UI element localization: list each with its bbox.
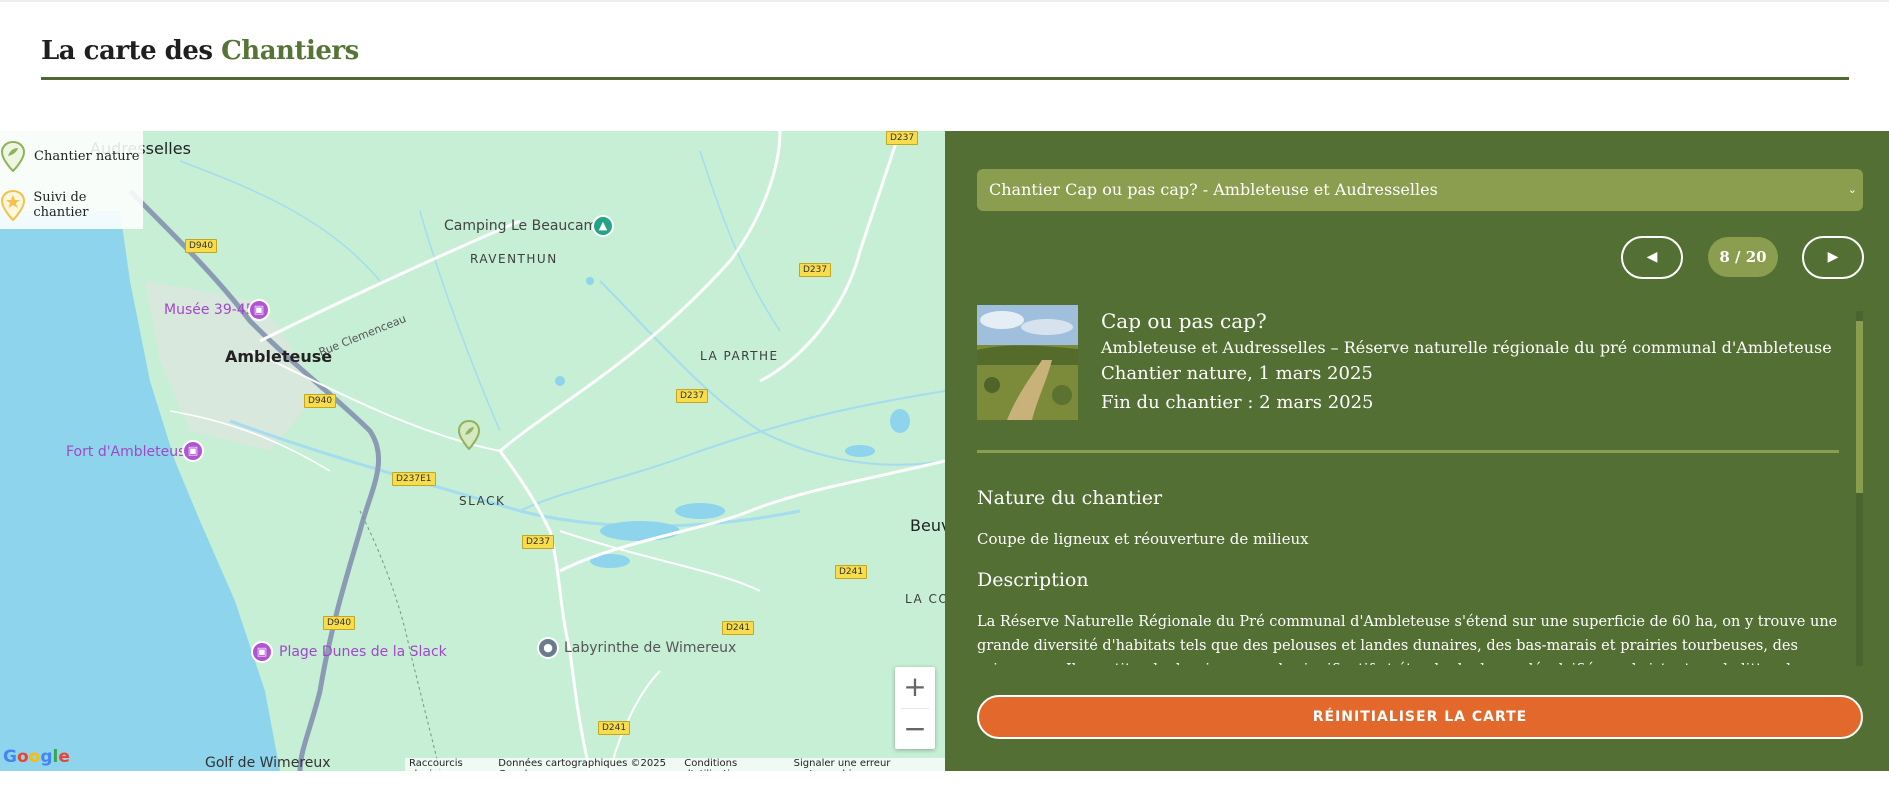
leaf-pin-icon <box>0 140 26 172</box>
legend-item-nature: Chantier nature <box>0 140 143 172</box>
zoom-out-button[interactable]: − <box>895 709 935 750</box>
road-label: D241 <box>722 621 755 635</box>
place-golf: Golf de Wimereux <box>205 755 331 771</box>
google-logo: Google <box>3 747 70 767</box>
road-label: D237 <box>886 131 919 145</box>
section-divider <box>977 450 1839 453</box>
chantier-details[interactable]: Cap ou pas cap? Ambleteuse et Audressell… <box>977 305 1857 665</box>
page-title: La carte des Chantiers <box>41 36 1849 66</box>
chevron-down-icon: ⌄ <box>1847 183 1857 196</box>
place-fort: Fort d'Ambleteuse <box>66 444 195 460</box>
road-label: D940 <box>185 239 218 253</box>
description-text: La Réserve Naturelle Régionale du Pré co… <box>977 614 1838 665</box>
keyboard-shortcuts-link[interactable]: Raccourcis clavier <box>409 758 484 771</box>
fort-icon[interactable]: ▣ <box>182 440 204 462</box>
triangle-left-icon: ◀ <box>1646 249 1658 265</box>
place-beuv: Beuv <box>910 516 945 535</box>
map-attribution: Raccourcis clavier Données cartographiqu… <box>405 758 945 771</box>
terms-link[interactable]: Conditions d'utilisation <box>684 758 779 771</box>
map-legend: Chantier nature Suivi de chantier <box>0 131 143 229</box>
scrollbar-thumb[interactable] <box>1856 321 1863 493</box>
road-label: D940 <box>304 394 337 408</box>
road-label: D237 <box>676 389 709 403</box>
museum-icon[interactable]: ▣ <box>248 299 270 321</box>
star-pin-icon <box>0 189 26 221</box>
labyrinth-icon[interactable]: ● <box>537 637 559 659</box>
zoom-control: + − <box>895 667 935 749</box>
beach-icon[interactable]: ▣ <box>251 641 273 663</box>
road-label: D237 <box>522 535 555 549</box>
place-musee: Musée 39-45 <box>164 302 255 318</box>
chantier-location: Ambleteuse et Audresselles – Réserve nat… <box>1101 338 1832 357</box>
map-data-text: Données cartographiques ©2025 Google <box>498 758 666 771</box>
zoom-in-button[interactable]: + <box>895 667 935 708</box>
page-title-prefix: La carte des <box>41 36 213 66</box>
chantier-panel: Chantier Cap ou pas cap? - Ambleteuse et… <box>945 131 1889 771</box>
report-error-link[interactable]: Signaler une erreur cartographique <box>794 758 941 771</box>
road-label: D940 <box>323 616 356 630</box>
chantier-end-date: Fin du chantier : 2 mars 2025 <box>1101 392 1374 413</box>
next-button[interactable]: ▶ <box>1802 236 1864 279</box>
place-plage: Plage Dunes de la Slack <box>279 644 447 660</box>
triangle-right-icon: ▶ <box>1827 249 1839 265</box>
description-heading: Description <box>977 569 1089 591</box>
nature-value: Coupe de ligneux et réouverture de milie… <box>977 530 1309 548</box>
map[interactable]: Audresselles Camping Le Beaucamp ▲ RAVEN… <box>0 131 945 771</box>
chantier-select-value: Chantier Cap ou pas cap? - Ambleteuse et… <box>989 180 1438 199</box>
previous-button[interactable]: ◀ <box>1621 236 1683 279</box>
road-label: D237E1 <box>392 472 436 486</box>
place-la-parthe: LA PARTHE <box>700 349 779 363</box>
place-ambleteuse: Ambleteuse <box>225 347 333 366</box>
legend-label: Chantier nature <box>34 148 140 164</box>
place-labyrinthe: Labyrinthe de Wimereux <box>564 640 737 656</box>
chantier-photo <box>977 305 1078 420</box>
details-scrollbar[interactable] <box>1856 311 1863 666</box>
road-label: D241 <box>835 565 868 579</box>
place-camping: Camping Le Beaucamp <box>444 218 607 234</box>
place-la-co: LA CO <box>905 592 945 606</box>
chantier-title: Cap ou pas cap? <box>1101 309 1267 333</box>
camping-icon[interactable]: ▲ <box>592 215 614 237</box>
place-slack: SLACK <box>459 494 506 508</box>
place-raventhun: RAVENTHUN <box>470 252 558 266</box>
legend-item-suivi: Suivi de chantier <box>0 189 143 221</box>
chantier-select[interactable]: Chantier Cap ou pas cap? - Ambleteuse et… <box>977 169 1863 211</box>
page-header: La carte des Chantiers <box>41 36 1849 80</box>
legend-label: Suivi de chantier <box>33 190 89 220</box>
reset-map-button[interactable]: RÉINITIALISER LA CARTE <box>977 695 1863 739</box>
road-label: D241 <box>598 721 631 735</box>
pagination-counter: 8 / 20 <box>1708 237 1778 277</box>
chantier-marker-icon[interactable] <box>458 420 480 450</box>
nature-heading: Nature du chantier <box>977 487 1163 509</box>
top-border <box>0 0 1889 2</box>
chantier-type-date: Chantier nature, 1 mars 2025 <box>1101 363 1373 384</box>
page-title-strong: Chantiers <box>221 36 359 66</box>
road-label: D237 <box>799 263 832 277</box>
